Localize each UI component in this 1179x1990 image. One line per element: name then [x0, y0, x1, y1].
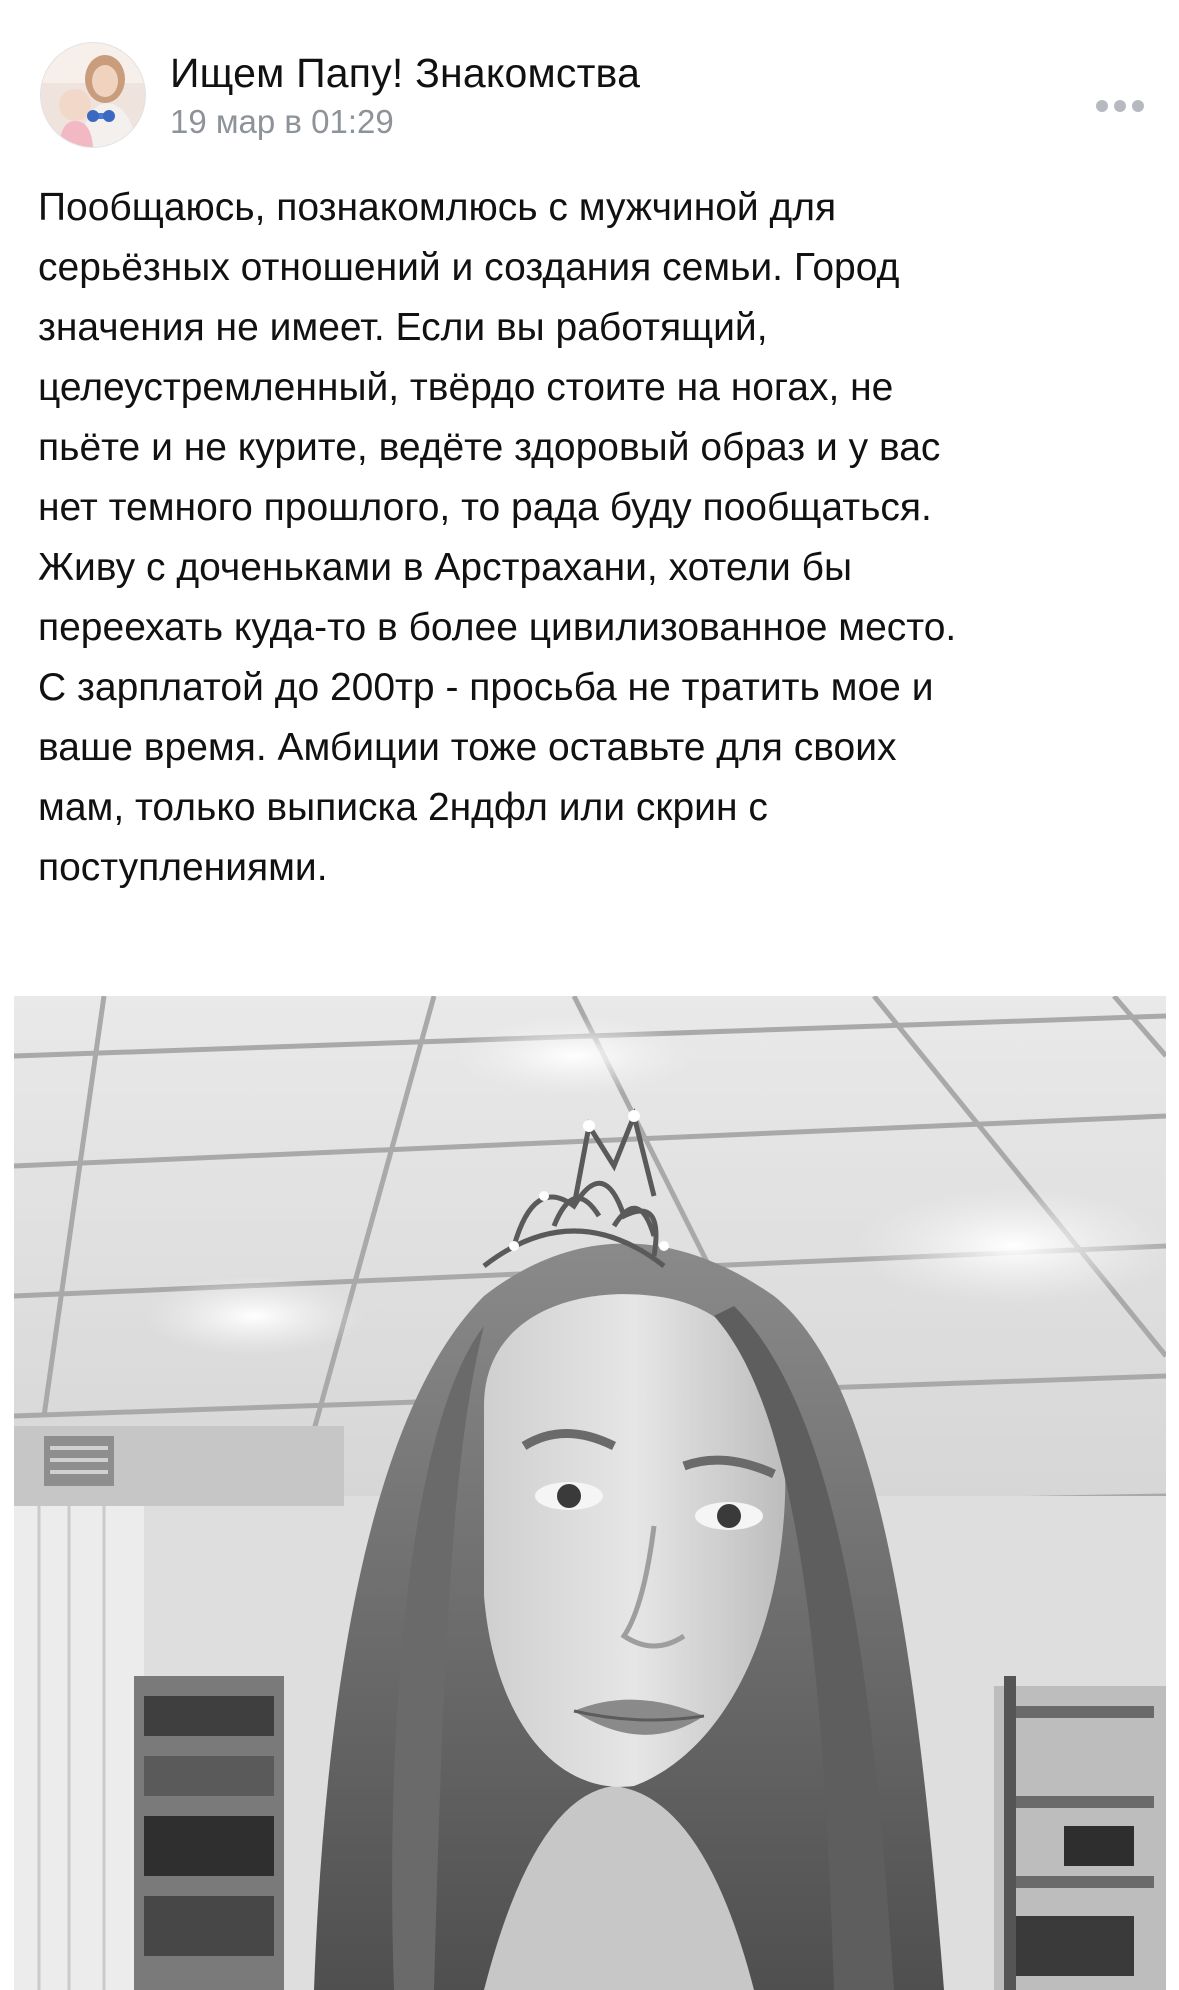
post-text-line: переехать куда-то в более цивилизованное…: [38, 606, 957, 649]
community-avatar[interactable]: [40, 42, 146, 148]
post-text-line: С зарплатой до 200тр - просьба не тратит…: [38, 666, 934, 709]
post-photo[interactable]: [14, 996, 1166, 1990]
photo-image: [14, 996, 1166, 1990]
post-text-line: Пообщаюсь, познакомлюсь с мужчиной для: [38, 186, 837, 229]
community-name[interactable]: Ищем Папу! Знакомства: [170, 50, 640, 97]
avatar-image: [41, 43, 145, 147]
post-text-line: нет темного прошлого, то рада буду пообщ…: [38, 486, 932, 529]
post-text-line: поступлениями.: [38, 846, 328, 889]
post-text-line: значения не имеет. Если вы работящий,: [38, 306, 768, 349]
post-text-line: пьёте и не курите, ведёте здоровый образ…: [38, 426, 941, 469]
post-text-line: ваше время. Амбиции тоже оставьте для св…: [38, 726, 897, 769]
more-horizontal-icon[interactable]: [1090, 86, 1150, 126]
post-header: Ищем Папу! Знакомства 19 мар в 01:29: [40, 42, 1144, 152]
post-date[interactable]: 19 мар в 01:29: [170, 103, 394, 141]
post-text-line: серьёзных отношений и создания семьи. Го…: [38, 246, 900, 289]
post-text-line: Живу с доченьками в Арстрахани, хотели б…: [38, 546, 853, 589]
post-card: Ищем Папу! Знакомства 19 мар в 01:29 Поо…: [0, 0, 1179, 1990]
post-text-line: мам, только выписка 2ндфл или скрин с: [38, 786, 768, 829]
post-text: Пообщаюсь, познакомлюсь с мужчиной для с…: [38, 178, 1148, 898]
post-text-line: целеустремленный, твёрдо стоите на ногах…: [38, 366, 894, 409]
